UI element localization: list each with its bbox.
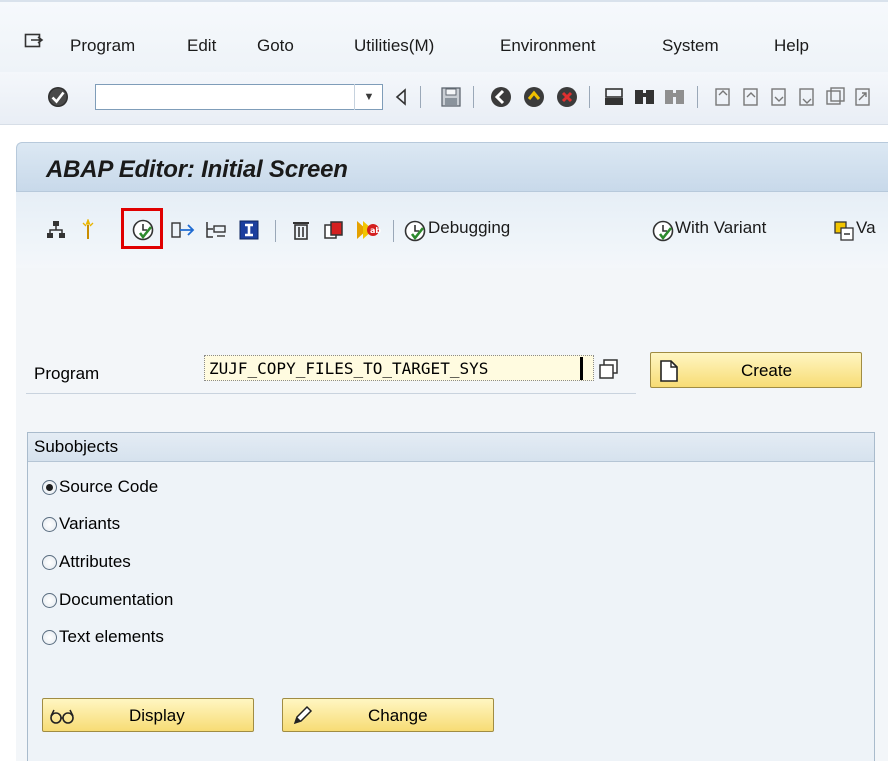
- with-variant-icon[interactable]: [651, 219, 675, 243]
- program-underline: [26, 393, 636, 394]
- change-button[interactable]: Change: [282, 698, 494, 732]
- menu-icon[interactable]: [24, 32, 44, 52]
- radio-button[interactable]: [42, 516, 57, 532]
- toolbar-separator: [697, 86, 698, 108]
- radio-variants[interactable]: Variants: [42, 512, 120, 536]
- debugging-icon[interactable]: [403, 219, 427, 243]
- menu-environment[interactable]: Environment: [500, 36, 595, 56]
- glasses-icon: [50, 709, 74, 724]
- program-input[interactable]: ZUJF_COPY_FILES_TO_TARGET_SYS: [204, 355, 594, 381]
- create-button-label: Create: [741, 361, 793, 380]
- radio-label: Source Code: [59, 477, 159, 496]
- with-variant-button[interactable]: With Variant: [675, 218, 766, 238]
- radio-button[interactable]: [42, 479, 57, 495]
- object-list-icon[interactable]: [204, 219, 228, 241]
- radio-button[interactable]: [42, 554, 57, 570]
- radio-source-code[interactable]: Source Code: [42, 475, 158, 499]
- command-field[interactable]: [95, 84, 383, 110]
- radio-label: Variants: [59, 514, 121, 533]
- save-icon[interactable]: [440, 86, 462, 108]
- direct-processing-icon[interactable]: [131, 218, 155, 242]
- radio-label: Attributes: [59, 552, 131, 571]
- display-button-label: Display: [129, 706, 185, 725]
- svg-text:ab: ab: [370, 226, 381, 235]
- page-title: ABAP Editor: Initial Screen: [46, 156, 348, 183]
- menu-utilities[interactable]: Utilities(M): [354, 36, 434, 56]
- command-dropdown-icon[interactable]: ▼: [354, 84, 383, 110]
- menu-system[interactable]: System: [662, 36, 719, 56]
- variants-button[interactable]: Va: [856, 218, 876, 238]
- find-next-icon[interactable]: [663, 86, 687, 108]
- check-syntax-icon[interactable]: [78, 219, 98, 241]
- cancel-icon[interactable]: [555, 85, 579, 109]
- radio-button[interactable]: [42, 592, 57, 608]
- rename-icon[interactable]: ab: [355, 217, 381, 243]
- change-button-label: Change: [368, 706, 428, 725]
- new-session-icon[interactable]: [824, 86, 846, 108]
- new-document-icon: [660, 360, 678, 382]
- menu-edit[interactable]: Edit: [187, 36, 216, 56]
- back-arrow-icon[interactable]: [393, 88, 409, 106]
- toolbar-separator: [589, 86, 590, 108]
- other-object-icon[interactable]: [45, 219, 67, 241]
- radio-label: Documentation: [59, 590, 174, 609]
- toolbar-separator: [420, 86, 421, 108]
- pencil-icon: [293, 705, 313, 725]
- delete-icon[interactable]: [290, 219, 312, 241]
- previous-page-icon[interactable]: [740, 86, 762, 108]
- toolbar-separator: [275, 220, 276, 242]
- exit-icon[interactable]: [522, 85, 546, 109]
- print-icon[interactable]: [603, 86, 625, 108]
- toolbar-separator: [473, 86, 474, 108]
- toolbar-separator: [393, 220, 394, 242]
- radio-button[interactable]: [42, 629, 57, 645]
- radio-label: Text elements: [59, 627, 164, 646]
- subobjects-header: [28, 433, 874, 462]
- program-label: Program: [34, 364, 100, 383]
- menu-program[interactable]: Program: [70, 36, 135, 56]
- radio-documentation[interactable]: Documentation: [42, 588, 173, 612]
- debugging-button[interactable]: Debugging: [428, 218, 510, 238]
- subobjects-title: Subobjects: [34, 437, 119, 456]
- where-used-list-icon[interactable]: [170, 219, 196, 241]
- first-page-icon[interactable]: [712, 86, 734, 108]
- create-button[interactable]: Create: [650, 352, 862, 388]
- value-help-icon[interactable]: [598, 358, 620, 380]
- menu-goto[interactable]: Goto: [257, 36, 294, 56]
- last-page-icon[interactable]: [796, 86, 818, 108]
- find-icon[interactable]: [633, 86, 657, 108]
- shortcut-icon[interactable]: [852, 86, 874, 108]
- radio-attributes[interactable]: Attributes: [42, 550, 131, 574]
- copy-icon[interactable]: [323, 219, 345, 241]
- back-icon[interactable]: [489, 85, 513, 109]
- display-button[interactable]: Display: [42, 698, 254, 732]
- text-cursor: [580, 357, 583, 380]
- menu-help[interactable]: Help: [774, 36, 809, 56]
- variants-icon[interactable]: [832, 219, 856, 243]
- next-page-icon[interactable]: [768, 86, 790, 108]
- enter-icon[interactable]: [46, 85, 70, 109]
- information-icon[interactable]: [238, 219, 260, 241]
- radio-text-elements[interactable]: Text elements: [42, 625, 164, 649]
